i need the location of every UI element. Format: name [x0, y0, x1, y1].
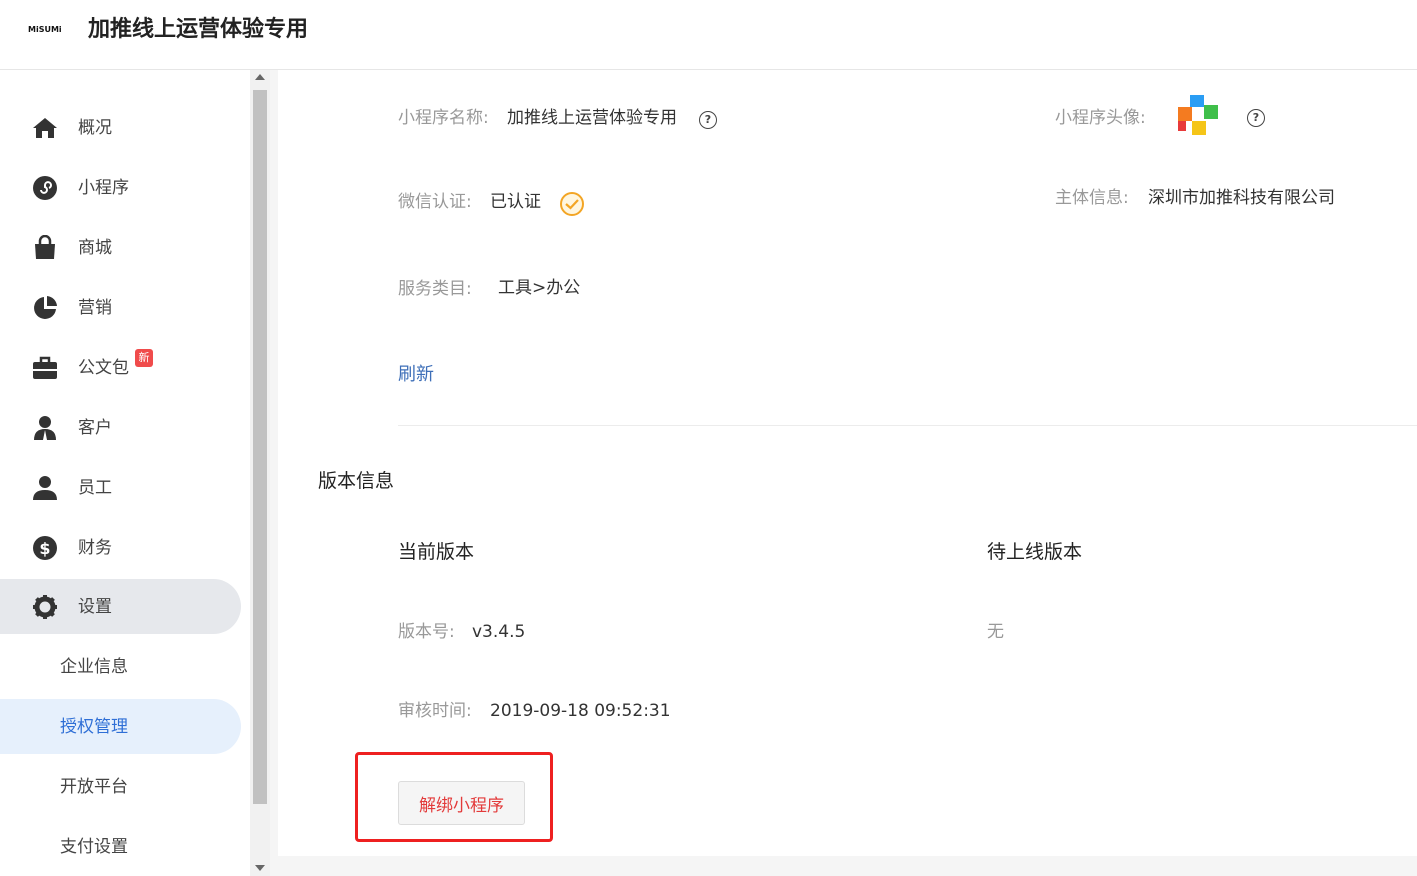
- sidebar-item-finance[interactable]: $ 财务: [0, 520, 241, 575]
- sidebar-item-miniprogram[interactable]: 小程序: [0, 160, 241, 215]
- scroll-up-arrow[interactable]: [255, 74, 265, 80]
- gear-icon: [33, 595, 57, 619]
- entity-info-label: 主体信息:: [1055, 188, 1129, 208]
- app-title: 加推线上运营体验专用: [88, 17, 309, 42]
- version-section-title: 版本信息: [318, 470, 395, 492]
- sidebar-item-label: 员工: [78, 478, 112, 498]
- highlight-annotation-box: [355, 752, 553, 842]
- sidebar-item-briefcase[interactable]: 公文包 新: [0, 340, 241, 395]
- miniprogram-avatar-label: 小程序头像:: [1055, 108, 1146, 128]
- dollar-icon: $: [33, 536, 57, 560]
- miniprogram-avatar-icon: [1178, 95, 1218, 135]
- service-category-value: 工具>办公: [498, 278, 581, 298]
- review-time-label: 审核时间:: [398, 701, 472, 721]
- sidebar-scrollbar[interactable]: [250, 70, 270, 876]
- help-icon[interactable]: ?: [1247, 109, 1265, 127]
- pending-version-value: 无: [987, 622, 1004, 642]
- svg-text:$: $: [39, 539, 50, 558]
- version-number-value: v3.4.5: [472, 622, 526, 642]
- divider: [398, 425, 1417, 426]
- sidebar-subitem-label: 企业信息: [60, 657, 128, 677]
- sidebar-item-marketing[interactable]: 营销: [0, 280, 241, 335]
- refresh-link[interactable]: 刷新: [398, 362, 434, 388]
- sidebar-item-mall[interactable]: 商城: [0, 220, 241, 275]
- customer-icon: [34, 416, 56, 440]
- sidebar-item-label: 设置: [78, 597, 112, 617]
- top-bar: MiSUMi 加推线上运营体验专用: [0, 0, 1417, 70]
- sidebar-subitem-open-platform[interactable]: 开放平台: [0, 759, 241, 814]
- sidebar: 概况 小程序 商城 营销 公文包 新 客户 员工 $ 财务 设置 企业信息 授权…: [0, 70, 250, 876]
- sidebar-subitem-authorization[interactable]: 授权管理: [0, 699, 241, 754]
- brand-logo: MiSUMi: [28, 25, 62, 34]
- current-version-heading: 当前版本: [398, 541, 475, 563]
- review-time-value: 2019-09-18 09:52:31: [490, 701, 671, 721]
- sidebar-subitem-label: 开放平台: [60, 777, 128, 797]
- sidebar-item-label: 公文包: [78, 358, 129, 378]
- miniprogram-icon: [33, 176, 57, 200]
- shopping-bag-icon: [35, 235, 55, 259]
- sidebar-item-label: 客户: [78, 418, 112, 438]
- sidebar-item-label: 财务: [78, 538, 112, 558]
- pie-chart-icon: [34, 296, 57, 319]
- sidebar-item-label: 小程序: [78, 178, 129, 198]
- sidebar-item-label: 营销: [78, 298, 112, 318]
- sidebar-subitem-company-info[interactable]: 企业信息: [0, 639, 241, 694]
- miniprogram-name-label: 小程序名称:: [398, 108, 489, 128]
- home-icon: [33, 118, 57, 138]
- sidebar-item-overview[interactable]: 概况: [0, 100, 241, 155]
- wechat-verify-label: 微信认证:: [398, 192, 472, 212]
- scroll-down-arrow[interactable]: [255, 865, 265, 871]
- sidebar-subitem-payment-settings[interactable]: 支付设置: [0, 819, 241, 874]
- entity-info-value: 深圳市加推科技有限公司: [1148, 188, 1335, 208]
- service-category-label: 服务类目:: [398, 279, 472, 299]
- sidebar-item-label: 商城: [78, 238, 112, 258]
- user-icon: [33, 476, 57, 500]
- new-badge: 新: [135, 349, 153, 367]
- briefcase-icon: [33, 356, 57, 379]
- wechat-verify-value: 已认证: [490, 192, 541, 212]
- sidebar-item-customers[interactable]: 客户: [0, 400, 241, 455]
- help-icon[interactable]: ?: [699, 111, 717, 129]
- miniprogram-name-value: 加推线上运营体验专用: [507, 108, 677, 128]
- version-number-label: 版本号:: [398, 622, 455, 642]
- sidebar-item-settings[interactable]: 设置: [0, 579, 241, 634]
- sidebar-subitem-label: 支付设置: [60, 837, 128, 857]
- verified-check-icon: [560, 192, 584, 216]
- sidebar-item-staff[interactable]: 员工: [0, 460, 241, 515]
- main-content: 小程序名称: 加推线上运营体验专用 ? 小程序头像: ? 微信认证: 已认证 主…: [278, 70, 1417, 856]
- sidebar-subitem-label: 授权管理: [60, 717, 128, 737]
- scroll-thumb[interactable]: [253, 90, 267, 804]
- sidebar-item-label: 概况: [78, 118, 112, 138]
- pending-version-heading: 待上线版本: [987, 541, 1083, 563]
